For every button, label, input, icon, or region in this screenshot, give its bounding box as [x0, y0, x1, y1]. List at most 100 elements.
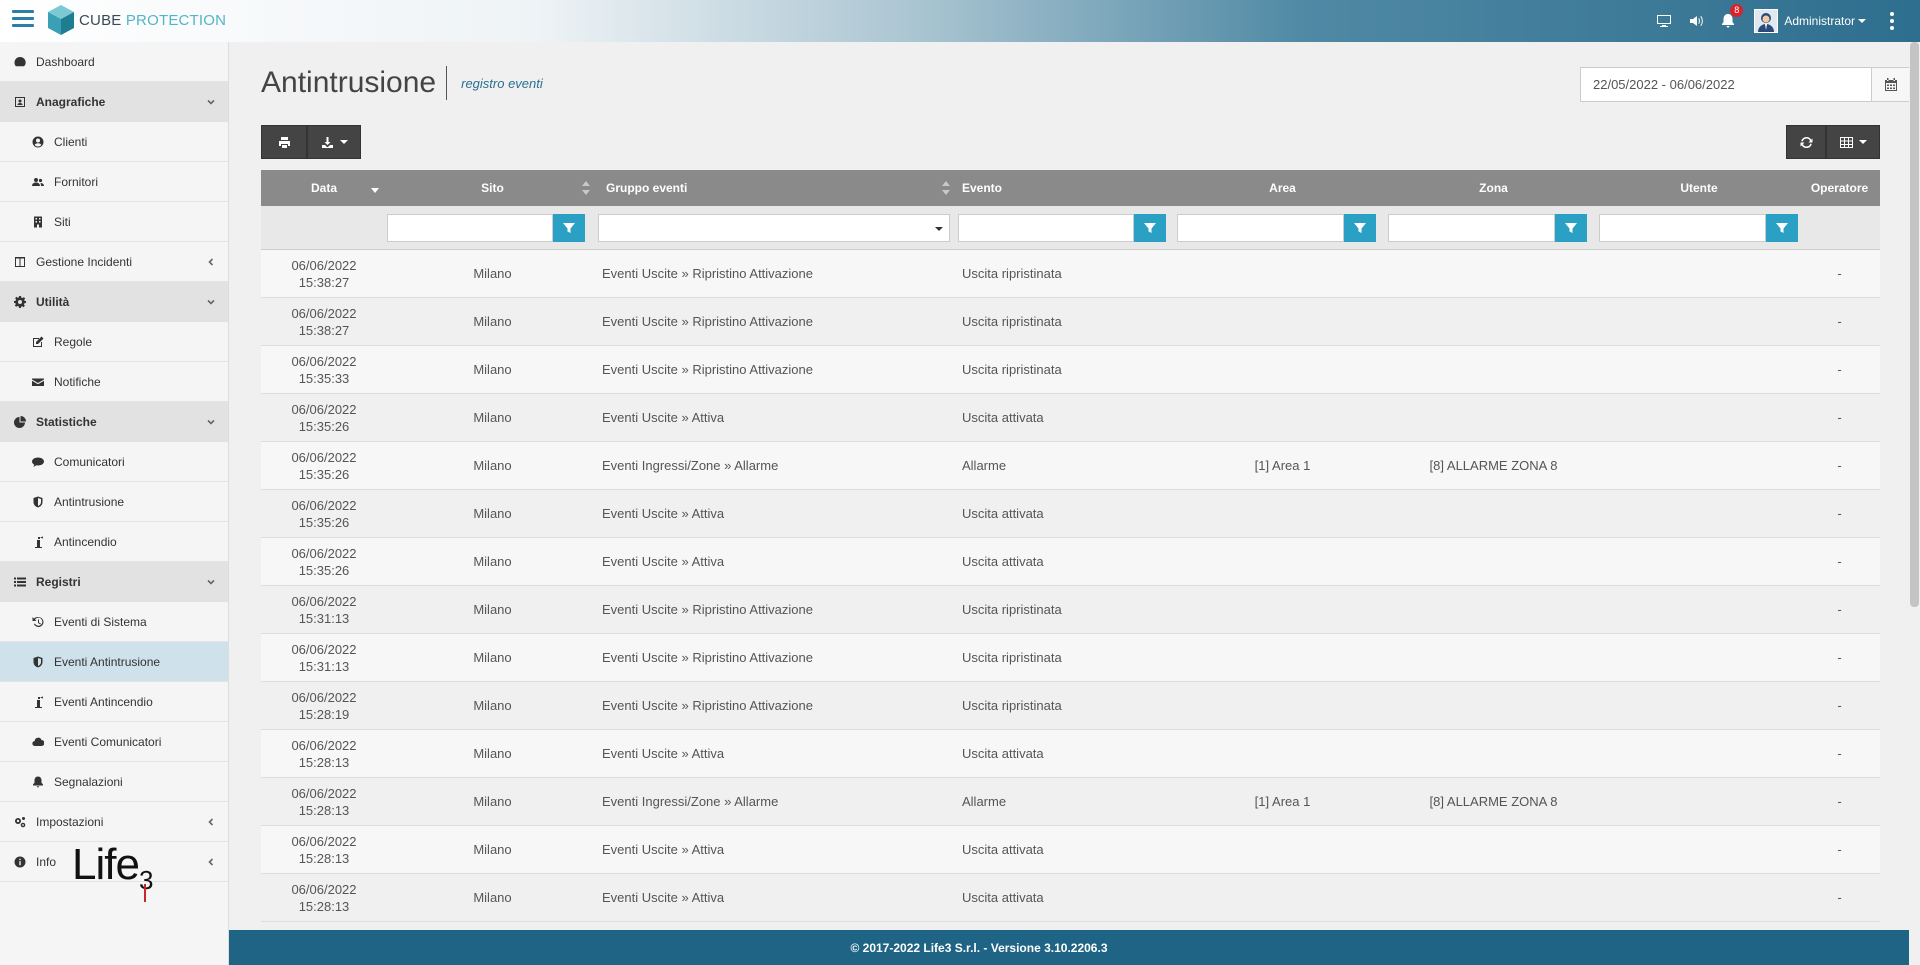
table-row[interactable]: 06/06/2022 15:35:33 Milano Eventi Uscite… — [261, 346, 1880, 394]
sidebar-item-label: Utilità — [36, 294, 70, 309]
table-row[interactable]: 06/06/2022 15:28:13 Milano Eventi Ingres… — [261, 778, 1880, 826]
refresh-button[interactable] — [1786, 125, 1826, 159]
sidebar-item-eventi-antincendio[interactable]: Eventi Antincendio — [0, 682, 228, 722]
filter-evento-input[interactable] — [958, 213, 1134, 242]
sidebar-item-siti[interactable]: Siti — [0, 202, 228, 242]
cell-sito: Milano — [473, 506, 512, 521]
sidebar-item-label: Clienti — [54, 134, 88, 149]
sidebar-group-utilita[interactable]: Utilità — [0, 282, 228, 322]
users-icon — [32, 176, 44, 188]
hamburger-menu-icon[interactable] — [12, 10, 34, 30]
filter-area-input[interactable] — [1177, 213, 1344, 242]
filter-sito-input[interactable] — [387, 213, 553, 242]
cell-gruppo-eventi: Eventi Ingressi/Zone » Allarme — [602, 458, 779, 473]
sort-icon — [942, 180, 950, 196]
sidebar-item-regole[interactable]: Regole — [0, 322, 228, 362]
sidebar-item-eventi-comunicatori[interactable]: Eventi Comunicatori — [0, 722, 228, 762]
cell-data: 06/06/2022 15:28:13 — [291, 881, 357, 914]
life3-logo: Lif e3 — [72, 840, 153, 902]
sidebar-item-clienti[interactable]: Clienti — [0, 122, 228, 162]
filter-icon[interactable] — [1766, 213, 1798, 242]
filter-gruppo-select[interactable] — [598, 213, 950, 242]
cell-area — [1177, 874, 1388, 921]
table-header: Data Sito Gruppo eventi Evento Area Zona — [261, 170, 1880, 206]
cell-evento: Uscita attivata — [962, 506, 1044, 521]
column-header-operatore[interactable]: Operatore — [1799, 170, 1880, 206]
refresh-icon — [1800, 136, 1812, 148]
app-logo[interactable]: CUBE PROTECTION — [47, 3, 226, 37]
cell-utente — [1599, 682, 1799, 729]
table-row[interactable]: 06/06/2022 15:28:19 Milano Eventi Uscite… — [261, 682, 1880, 730]
sidebar-item-gestione-incidenti[interactable]: Gestione Incidenti — [0, 242, 228, 282]
column-header-data[interactable]: Data — [261, 170, 387, 206]
table-row[interactable]: 06/06/2022 15:28:13 Milano Eventi Uscite… — [261, 730, 1880, 778]
filter-zona — [1388, 213, 1599, 242]
cell-evento: Uscita ripristinata — [962, 362, 1062, 377]
column-header-zona[interactable]: Zona — [1388, 170, 1599, 206]
sidebar-item-antintrusione[interactable]: Antintrusione — [0, 482, 228, 522]
column-header-utente[interactable]: Utente — [1599, 170, 1799, 206]
bell-icon[interactable]: 8 — [1718, 4, 1744, 31]
table-row[interactable]: 06/06/2022 15:35:26 Milano Eventi Uscite… — [261, 538, 1880, 586]
cell-area — [1177, 730, 1388, 777]
notification-badge: 8 — [1730, 4, 1744, 17]
cloud-icon — [32, 736, 44, 748]
cell-zona — [1388, 394, 1599, 441]
cell-sito: Milano — [473, 794, 512, 809]
table-row[interactable]: 06/06/2022 15:28:13 Milano Eventi Uscite… — [261, 874, 1880, 922]
cell-sito: Milano — [473, 890, 512, 905]
table-row[interactable]: 06/06/2022 15:31:13 Milano Eventi Uscite… — [261, 634, 1880, 682]
table-row[interactable]: 06/06/2022 15:38:27 Milano Eventi Uscite… — [261, 298, 1880, 346]
sidebar-group-registri[interactable]: Registri — [0, 562, 228, 602]
sidebar-item-fornitori[interactable]: Fornitori — [0, 162, 228, 202]
more-vertical-icon[interactable] — [1882, 11, 1902, 32]
column-header-sito[interactable]: Sito — [387, 170, 598, 206]
columns-toggle-button[interactable] — [1826, 125, 1880, 159]
sidebar-item-notifiche[interactable]: Notifiche — [0, 362, 228, 402]
table-row[interactable]: 06/06/2022 15:35:26 Milano Eventi Ingres… — [261, 442, 1880, 490]
sidebar-item-segnalazioni[interactable]: Segnalazioni — [0, 762, 228, 802]
sidebar-group-statistiche[interactable]: Statistiche — [0, 402, 228, 442]
sort-icon — [582, 180, 590, 196]
filter-zona-input[interactable] — [1388, 213, 1555, 242]
avatar[interactable] — [1754, 9, 1779, 33]
cell-gruppo-eventi: Eventi Ingressi/Zone » Allarme — [602, 794, 779, 809]
table-row[interactable]: 06/06/2022 15:38:27 Milano Eventi Uscite… — [261, 250, 1880, 298]
print-button[interactable] — [261, 125, 307, 159]
user-menu[interactable]: Administrator — [1784, 14, 1866, 28]
sidebar-item-impostazioni[interactable]: Impostazioni — [0, 802, 228, 842]
filter-evento — [958, 213, 1177, 242]
chevron-left-icon — [206, 256, 216, 266]
cell-evento: Uscita attivata — [962, 554, 1044, 569]
sidebar-item-eventi-antintrusione[interactable]: Eventi Antintrusione — [0, 642, 228, 682]
column-header-area[interactable]: Area — [1177, 170, 1388, 206]
table-row[interactable]: 06/06/2022 15:31:13 Milano Eventi Uscite… — [261, 586, 1880, 634]
cell-area — [1177, 826, 1388, 873]
filter-icon[interactable] — [1344, 213, 1376, 242]
table-row[interactable]: 06/06/2022 15:28:13 Milano Eventi Uscite… — [261, 826, 1880, 874]
cell-data: 06/06/2022 15:35:33 — [291, 353, 357, 386]
export-button[interactable] — [307, 125, 361, 159]
date-range-picker[interactable] — [1580, 67, 1910, 102]
table-row[interactable]: 06/06/2022 15:35:26 Milano Eventi Uscite… — [261, 490, 1880, 538]
table-body: 06/06/2022 15:38:27 Milano Eventi Uscite… — [261, 250, 1880, 922]
filter-icon[interactable] — [1134, 213, 1166, 242]
filter-icon[interactable] — [553, 213, 585, 242]
sidebar-item-comunicatori[interactable]: Comunicatori — [0, 442, 228, 482]
cube-logo-icon — [48, 5, 74, 35]
table-row[interactable]: 06/06/2022 15:35:26 Milano Eventi Uscite… — [261, 394, 1880, 442]
column-header-gruppo-eventi[interactable]: Gruppo eventi — [598, 170, 958, 206]
cell-utente — [1599, 826, 1799, 873]
filter-icon[interactable] — [1555, 213, 1587, 242]
column-header-evento[interactable]: Evento — [958, 170, 1177, 206]
sidebar-item-dashboard[interactable]: Dashboard — [0, 42, 228, 82]
scrollbar-thumb[interactable] — [1910, 42, 1919, 607]
volume-icon[interactable] — [1686, 11, 1706, 31]
date-range-input[interactable] — [1581, 68, 1871, 101]
sidebar-item-antincendio[interactable]: Antincendio — [0, 522, 228, 562]
calendar-icon[interactable] — [1871, 68, 1909, 101]
monitor-icon[interactable] — [1654, 11, 1674, 31]
filter-utente-input[interactable] — [1599, 213, 1766, 242]
sidebar-group-anagrafiche[interactable]: Anagrafiche — [0, 82, 228, 122]
sidebar-item-eventi-di-sistema[interactable]: Eventi di Sistema — [0, 602, 228, 642]
